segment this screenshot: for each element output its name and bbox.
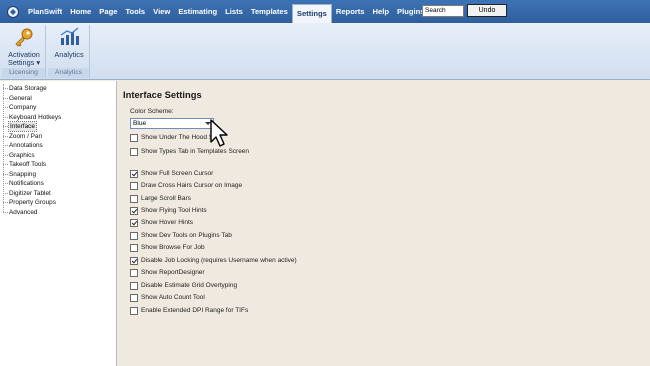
option-label: Show Types Tab in Templates Screen (141, 148, 250, 155)
ribbon-group-licensing: Activation Settings ▾ Licensing (2, 25, 46, 78)
option-show-under-the-hood[interactable]: Show Under The Hood S (130, 133, 213, 142)
app-name[interactable]: PlanSwift (24, 3, 66, 20)
option-label: Large Scroll Bars (141, 195, 191, 202)
checkbox[interactable] (130, 147, 138, 156)
option-label: Disable Estimate Grid Overtyping (141, 282, 238, 289)
option-show-flying-tool-hints[interactable]: Show Flying Tool Hints (130, 206, 207, 215)
tree-item-snapping[interactable]: Snapping (2, 170, 36, 179)
tree-item-annotations[interactable]: Annotations (3, 141, 43, 150)
option-show-browse-for-job[interactable]: Show Browse For Job (130, 243, 205, 252)
option-label: Enable Extended DPI Range for TIFs (141, 307, 249, 314)
option-label: Show Flying Tool Hints (141, 207, 207, 214)
bar-chart-icon (48, 27, 90, 49)
checkbox[interactable] (130, 268, 138, 277)
menu-page[interactable]: Page (95, 3, 121, 20)
menu-view[interactable]: View (149, 3, 174, 20)
option-disable-estimate-grid-overtyping[interactable]: Disable Estimate Grid Overtyping (130, 281, 237, 290)
tree-item-graphics[interactable]: Graphics (3, 151, 35, 160)
option-show-dev-tools[interactable]: Show Dev Tools on Plugins Tab (130, 231, 232, 240)
option-show-types-tab[interactable]: Show Types Tab in Templates Screen (130, 147, 249, 156)
option-show-auto-count-tool[interactable]: Show Auto Count Tool (130, 293, 205, 302)
checkbox[interactable] (130, 218, 138, 227)
dropdown-arrow-icon: ▾ (34, 58, 41, 67)
menu-lists[interactable]: Lists (221, 3, 247, 20)
checkbox[interactable] (130, 206, 138, 215)
color-scheme-value: Blue (133, 120, 147, 127)
checkbox[interactable] (130, 133, 138, 142)
undo-button[interactable]: Undo (467, 4, 507, 17)
menu-help[interactable]: Help (369, 3, 393, 20)
option-label: Draw Cross Hairs Cursor on Image (141, 182, 243, 189)
group-label-analytics: Analytics (48, 68, 89, 78)
option-label: Show Full Screen Cursor (141, 170, 214, 177)
activation-settings-button[interactable]: Activation Settings ▾ (2, 27, 46, 67)
option-disable-job-locking[interactable]: Disable Job Locking (requires Username w… (130, 256, 297, 265)
ribbon: Activation Settings ▾ Licensing Analytic… (0, 23, 650, 80)
option-label: Show Auto Count Tool (141, 294, 205, 301)
interface-settings-panel: Interface Settings Color Scheme: Blue Sh… (118, 81, 650, 366)
checkbox[interactable] (130, 243, 138, 252)
menu-estimating[interactable]: Estimating (174, 3, 221, 20)
option-enable-extended-dpi[interactable]: Enable Extended DPI Range for TIFs (130, 306, 248, 315)
tree-item-data-storage[interactable]: Data Storage (3, 84, 47, 93)
option-label: Show Hover Hints (141, 219, 194, 226)
checkbox[interactable] (130, 194, 138, 203)
checkbox[interactable] (130, 306, 138, 315)
tree-item-interface[interactable]: Interface (3, 121, 37, 132)
search-input[interactable]: Search (422, 5, 464, 17)
option-label: Disable Job Locking (requires Username w… (141, 257, 297, 264)
checkbox[interactable] (130, 181, 138, 190)
option-label: Show Under The Hood S (141, 134, 214, 141)
tree-item-company[interactable]: Company (2, 103, 36, 112)
menu-reports[interactable]: Reports (332, 3, 369, 20)
ribbon-group-analytics: Analytics Analytics (48, 25, 90, 78)
color-scheme-select[interactable]: Blue (130, 118, 214, 129)
tree-item-property-groups[interactable]: Property Groups (3, 198, 56, 207)
checkbox[interactable] (130, 169, 138, 178)
option-show-hover-hints[interactable]: Show Hover Hints (130, 218, 193, 227)
option-label: Show Browse For Job (141, 244, 205, 251)
tree-item-takeoff-tools[interactable]: Takeoff Tools (2, 160, 46, 169)
menu-settings[interactable]: Settings (291, 4, 332, 23)
option-large-scroll-bars[interactable]: Large Scroll Bars (130, 194, 191, 203)
option-show-full-screen-cursor[interactable]: Show Full Screen Cursor (130, 169, 213, 178)
planswift-logo-icon[interactable] (5, 4, 21, 20)
activation-settings-label-2: Settings (7, 58, 35, 67)
key-icon (2, 27, 46, 49)
checkbox[interactable] (130, 281, 138, 290)
option-label: Show Dev Tools on Plugins Tab (141, 232, 232, 239)
tree-item-zoom-pan[interactable]: Zoom / Pan (2, 132, 42, 141)
tree-item-digitizer-tablet[interactable]: Digitizer Tablet (3, 189, 51, 198)
checkbox[interactable] (130, 231, 138, 240)
menu-tools[interactable]: Tools (121, 3, 149, 20)
menu-bar: PlanSwift Home Page Tools View Estimatin… (0, 0, 650, 23)
checkbox[interactable] (130, 256, 138, 265)
mouse-pointer-icon (209, 119, 231, 151)
tree-item-keyboard-hotkeys[interactable]: Keyboard Hotkeys (2, 113, 61, 122)
analytics-label: Analytics (54, 50, 84, 59)
checkbox[interactable] (130, 293, 138, 302)
tree-item-advanced[interactable]: Advanced (2, 208, 37, 217)
tree-item-general[interactable]: General (3, 94, 32, 103)
option-show-report-designer[interactable]: Show ReportDesigner (130, 268, 205, 277)
option-label: Show ReportDesigner (141, 269, 205, 276)
color-scheme-label: Color Scheme: (130, 108, 174, 115)
menu-templates[interactable]: Templates (247, 3, 292, 20)
menu-home[interactable]: Home (66, 3, 95, 20)
group-label-licensing: Licensing (2, 68, 45, 78)
page-title: Interface Settings (123, 89, 202, 100)
option-draw-cross-hairs[interactable]: Draw Cross Hairs Cursor on Image (130, 181, 242, 190)
tree-item-notifications[interactable]: Notifications (3, 179, 44, 188)
analytics-button[interactable]: Analytics (48, 27, 90, 59)
